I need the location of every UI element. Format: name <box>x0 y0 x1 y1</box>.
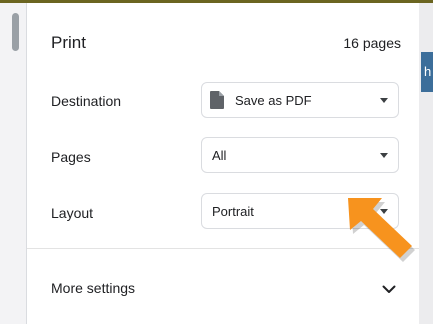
file-icon <box>210 91 224 109</box>
destination-select[interactable]: Save as PDF <box>201 82 399 118</box>
dropdown-arrow-icon <box>380 98 388 103</box>
preview-pane-edge <box>0 3 27 324</box>
pages-select[interactable]: All <box>201 137 399 173</box>
destination-value: Save as PDF <box>235 93 312 108</box>
dropdown-arrow-icon <box>380 153 388 158</box>
page-count: 16 pages <box>343 35 401 51</box>
layout-value: Portrait <box>212 204 254 219</box>
scrollbar-thumb[interactable] <box>12 13 19 51</box>
pages-value: All <box>212 148 227 163</box>
pages-label: Pages <box>51 149 91 165</box>
chevron-down-icon[interactable] <box>377 277 401 301</box>
print-settings-panel: Print 16 pages Destination Save as PDF P… <box>27 3 419 324</box>
background-page-tab: h <box>421 52 433 92</box>
destination-label: Destination <box>51 93 122 109</box>
annotation-arrow-icon <box>348 198 415 262</box>
more-settings-label[interactable]: More settings <box>51 280 135 296</box>
dialog-title: Print <box>51 33 86 52</box>
layout-label: Layout <box>51 205 94 221</box>
